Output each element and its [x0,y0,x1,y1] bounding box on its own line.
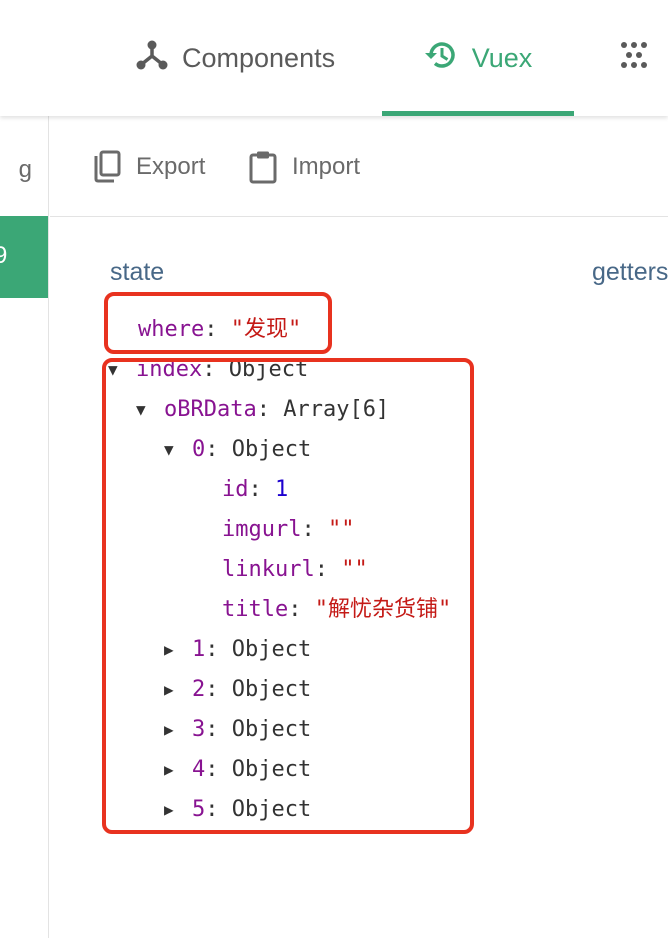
tab-events[interactable] [618,0,664,116]
tab-vuex-label: Vuex [471,42,533,73]
active-tab-indicator [382,111,574,116]
tab-components[interactable]: Components [136,0,335,116]
annotation-box-index [102,358,474,834]
sidebar-item-active[interactable]: 9 [0,216,48,298]
history-icon [424,39,458,78]
tab-vuex[interactable]: Vuex [382,0,574,116]
sidebar-active-label: 9 [0,242,8,269]
tab-bar: Components Vuex [0,0,668,116]
state-heading: state [110,258,165,286]
tab-components-label: Components [182,42,336,73]
clipboard-icon [249,151,277,184]
vue-devtools-panel: Components Vuex g 9 Export Import state … [0,0,668,938]
import-label: Import [292,153,361,180]
sidebar-item-label[interactable]: g [0,156,32,184]
export-button[interactable]: Export [92,149,205,185]
annotation-box-where [104,292,332,354]
toolbar: Export Import [50,116,668,217]
events-icon [618,39,650,78]
import-button[interactable]: Import [248,149,360,185]
copy-icon [94,150,121,183]
history-sidebar: g 9 [0,116,49,938]
components-icon [136,39,168,78]
export-label: Export [136,153,206,180]
getters-heading: getters [592,258,668,286]
